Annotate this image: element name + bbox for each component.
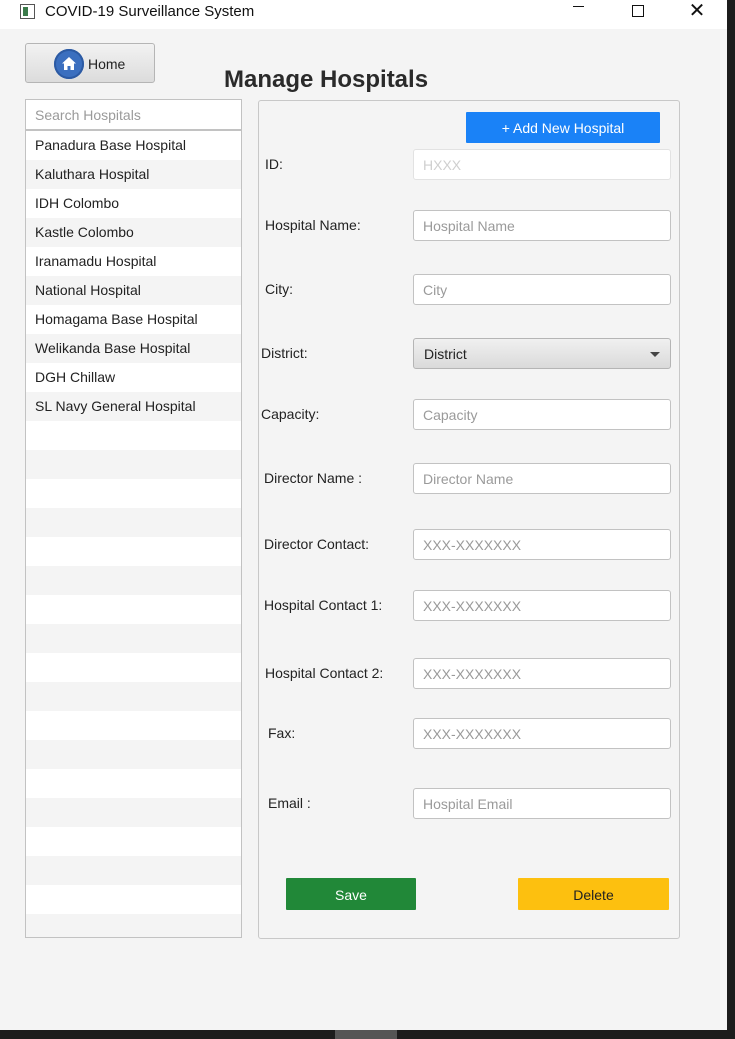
hospital-contact-1-field[interactable]: [413, 590, 671, 621]
empty-list-row: [26, 421, 241, 450]
empty-list-row: [26, 740, 241, 769]
empty-list-row: [26, 711, 241, 740]
email-label: Email :: [268, 795, 311, 811]
empty-list-row: [26, 856, 241, 885]
list-item[interactable]: SL Navy General Hospital: [26, 392, 241, 421]
hospital-name-label: Hospital Name:: [265, 217, 361, 233]
director-name-label: Director Name :: [264, 470, 363, 486]
id-field: [413, 149, 671, 180]
empty-list-row: [26, 479, 241, 508]
fax-field[interactable]: [413, 718, 671, 749]
director-name-field[interactable]: [413, 463, 671, 494]
hospital-contact-2-label: Hospital Contact 2:: [265, 665, 384, 681]
hospital-name-field[interactable]: [413, 210, 671, 241]
id-label: ID:: [265, 156, 283, 172]
close-icon: ✕: [688, 0, 706, 22]
list-item[interactable]: Kaluthara Hospital: [26, 160, 241, 189]
list-item[interactable]: Homagama Base Hospital: [26, 305, 241, 334]
chevron-down-icon: [650, 352, 660, 357]
empty-list-row: [26, 566, 241, 595]
empty-list-row: [26, 885, 241, 914]
district-label: District:: [261, 345, 308, 361]
list-item[interactable]: IDH Colombo: [26, 189, 241, 218]
city-field[interactable]: [413, 274, 671, 305]
list-item[interactable]: Kastle Colombo: [26, 218, 241, 247]
save-button[interactable]: Save: [286, 878, 416, 910]
close-button[interactable]: ✕: [667, 0, 727, 22]
empty-list-row: [26, 450, 241, 479]
capacity-field[interactable]: [413, 399, 671, 430]
maximize-icon: [632, 5, 644, 17]
add-new-hospital-button[interactable]: + Add New Hospital: [466, 112, 660, 143]
list-item[interactable]: Panadura Base Hospital: [26, 131, 241, 160]
search-input[interactable]: [25, 99, 242, 130]
empty-list-row: [26, 537, 241, 566]
list-item[interactable]: Welikanda Base Hospital: [26, 334, 241, 363]
minimize-icon: [572, 5, 584, 7]
empty-list-row: [26, 653, 241, 682]
district-select[interactable]: District: [413, 338, 671, 369]
fax-label: Fax:: [268, 725, 296, 741]
empty-list-row: [26, 682, 241, 711]
director-contact-label: Director Contact:: [264, 536, 370, 552]
list-item[interactable]: DGH Chillaw: [26, 363, 241, 392]
home-button[interactable]: Home: [25, 43, 155, 83]
hospital-list[interactable]: Panadura Base Hospital Kaluthara Hospital…: [25, 130, 242, 938]
home-button-label: Home: [88, 56, 126, 72]
empty-list-row: [26, 827, 241, 856]
capacity-label: Capacity:: [261, 406, 320, 422]
empty-list-row: [26, 624, 241, 653]
email-field[interactable]: [413, 788, 671, 819]
director-contact-field[interactable]: [413, 529, 671, 560]
empty-list-row: [26, 595, 241, 624]
maximize-button[interactable]: [608, 0, 668, 22]
taskbar-fragment: [335, 1030, 397, 1039]
window-title: COVID-19 Surveillance System: [45, 3, 255, 20]
app-icon: [20, 4, 35, 19]
page-title: Manage Hospitals: [224, 66, 429, 93]
list-item[interactable]: National Hospital: [26, 276, 241, 305]
empty-list-row: [26, 914, 241, 937]
app-window: COVID-19 Surveillance System ✕ Home Mana…: [0, 0, 727, 1030]
empty-list-row: [26, 508, 241, 537]
minimize-button[interactable]: [548, 0, 608, 22]
hospital-contact-2-field[interactable]: [413, 658, 671, 689]
district-select-value: District: [424, 346, 467, 362]
delete-button[interactable]: Delete: [518, 878, 669, 910]
list-item[interactable]: Iranamadu Hospital: [26, 247, 241, 276]
hospital-contact-1-label: Hospital Contact 1:: [264, 597, 383, 613]
home-icon: [54, 49, 84, 79]
city-label: City:: [265, 281, 293, 297]
title-bar[interactable]: COVID-19 Surveillance System ✕: [0, 0, 727, 29]
empty-list-row: [26, 769, 241, 798]
empty-list-row: [26, 798, 241, 827]
